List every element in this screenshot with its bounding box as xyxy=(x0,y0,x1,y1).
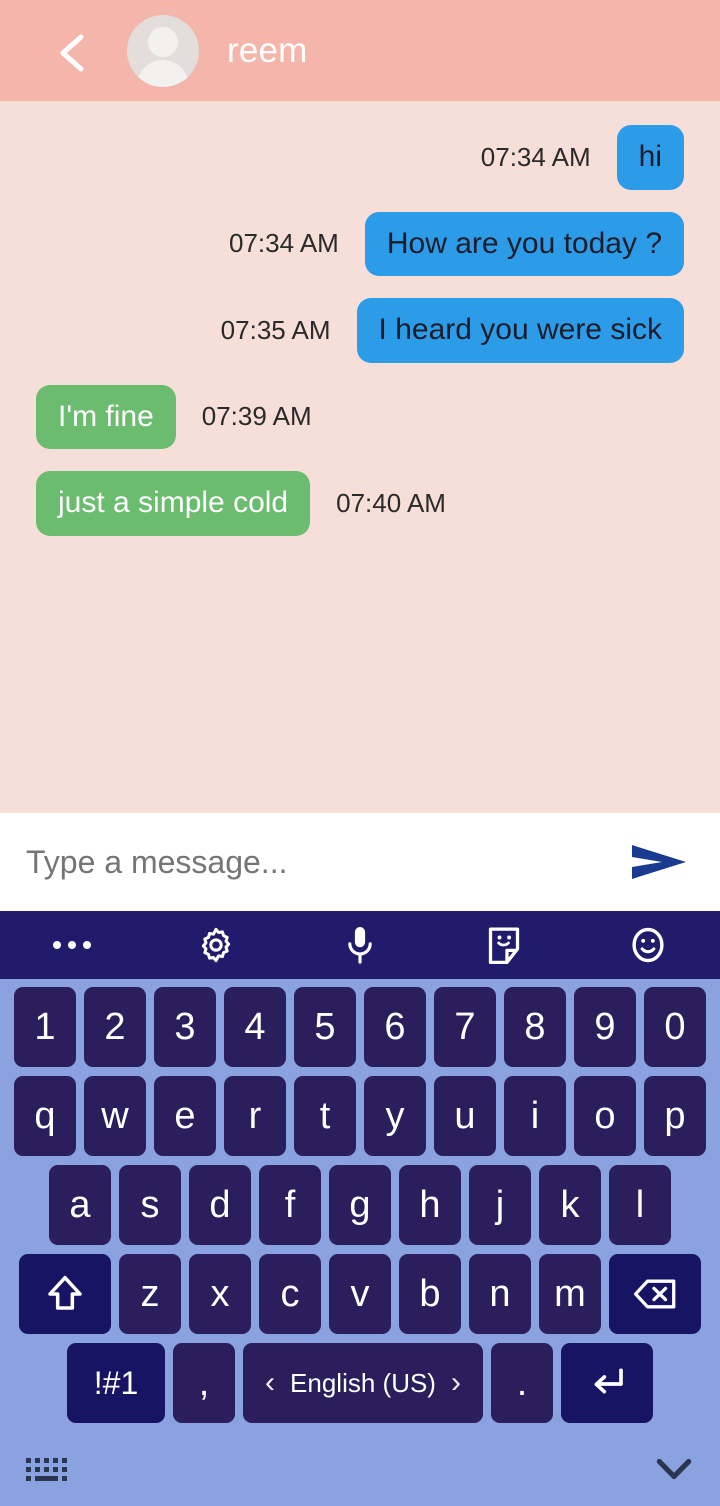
key-e[interactable]: e xyxy=(154,1076,216,1156)
key-k[interactable]: k xyxy=(539,1165,601,1245)
message-input[interactable] xyxy=(26,843,628,881)
key-u[interactable]: u xyxy=(434,1076,496,1156)
message-bubble-incoming[interactable]: just a simple cold xyxy=(36,471,311,536)
key-q[interactable]: q xyxy=(14,1076,76,1156)
key-v[interactable]: v xyxy=(329,1254,391,1334)
key-r[interactable]: r xyxy=(224,1076,286,1156)
key-p[interactable]: p xyxy=(644,1076,706,1156)
key-o[interactable]: o xyxy=(574,1076,636,1156)
sticker-icon xyxy=(488,927,520,965)
key-8[interactable]: 8 xyxy=(504,987,566,1067)
avatar[interactable] xyxy=(127,14,199,87)
key-4[interactable]: 4 xyxy=(224,987,286,1067)
key-a[interactable]: a xyxy=(49,1165,111,1245)
message-list[interactable]: 07:34 AM hi 07:34 AM How are you today ?… xyxy=(0,101,720,813)
key-d[interactable]: d xyxy=(189,1165,251,1245)
key-7[interactable]: 7 xyxy=(434,987,496,1067)
message-timestamp: 07:39 AM xyxy=(201,401,312,432)
key-j[interactable]: j xyxy=(469,1165,531,1245)
more-options-button[interactable] xyxy=(0,911,144,979)
message-row: 07:34 AM hi xyxy=(36,125,684,190)
key-9[interactable]: 9 xyxy=(574,987,636,1067)
shift-key[interactable] xyxy=(19,1254,111,1334)
key-3[interactable]: 3 xyxy=(154,987,216,1067)
prev-language-icon[interactable]: ‹ xyxy=(265,1366,275,1400)
virtual-keyboard: 1 2 3 4 5 6 7 8 9 0 q w e r t y u i o p … xyxy=(0,911,720,1506)
space-key[interactable]: ‹ English (US) › xyxy=(243,1343,483,1423)
key-i[interactable]: i xyxy=(504,1076,566,1156)
key-h[interactable]: h xyxy=(399,1165,461,1245)
key-z[interactable]: z xyxy=(119,1254,181,1334)
message-input-bar xyxy=(0,813,720,911)
space-key-language: English (US) xyxy=(290,1367,436,1398)
backspace-icon xyxy=(633,1279,676,1309)
peer-name: reem xyxy=(227,30,308,70)
emoji-icon xyxy=(632,927,664,963)
keyboard-row-space: !#1 , ‹ English (US) › . xyxy=(0,1343,720,1423)
keyboard-row-home: a s d f g h j k l xyxy=(0,1165,720,1245)
keyboard-row-bottom: z x c v b n m xyxy=(0,1254,720,1334)
enter-return-icon xyxy=(594,1368,623,1394)
message-bubble-outgoing[interactable]: I heard you were sick xyxy=(356,298,684,363)
backspace-key[interactable] xyxy=(609,1254,701,1334)
key-2[interactable]: 2 xyxy=(84,987,146,1067)
keyboard-bottom-bar xyxy=(0,1432,720,1506)
shift-up-arrow-icon xyxy=(48,1275,82,1310)
keyboard-settings-button[interactable] xyxy=(144,911,288,979)
chat-app-screen: reem 07:34 AM hi 07:34 AM How are you to… xyxy=(0,0,720,1506)
message-bubble-incoming[interactable]: I'm fine xyxy=(36,384,176,449)
key-n[interactable]: n xyxy=(469,1254,531,1334)
message-timestamp: 07:40 AM xyxy=(336,487,446,518)
keyboard-key-rows: 1 2 3 4 5 6 7 8 9 0 q w e r t y u i o p … xyxy=(0,979,720,1423)
key-f[interactable]: f xyxy=(259,1165,321,1245)
key-6[interactable]: 6 xyxy=(364,987,426,1067)
voice-input-button[interactable] xyxy=(288,911,432,979)
period-key[interactable]: . xyxy=(491,1343,553,1423)
back-button[interactable] xyxy=(55,31,89,71)
next-language-icon[interactable]: › xyxy=(451,1366,461,1400)
comma-key[interactable]: , xyxy=(173,1343,235,1423)
keyboard-row-numbers: 1 2 3 4 5 6 7 8 9 0 xyxy=(0,987,720,1067)
avatar-head-shape xyxy=(148,26,178,57)
message-timestamp: 07:35 AM xyxy=(220,314,331,345)
keyboard-row-top: q w e r t y u i o p xyxy=(0,1076,720,1156)
key-b[interactable]: b xyxy=(399,1254,461,1334)
message-row: just a simple cold 07:40 AM xyxy=(36,471,684,536)
message-timestamp: 07:34 AM xyxy=(480,141,591,172)
sticker-button[interactable] xyxy=(432,911,576,979)
more-options-icon xyxy=(53,941,91,949)
key-0[interactable]: 0 xyxy=(644,987,706,1067)
message-row: 07:35 AM I heard you were sick xyxy=(36,298,684,363)
key-t[interactable]: t xyxy=(294,1076,356,1156)
avatar-body-shape xyxy=(137,59,189,87)
microphone-icon xyxy=(348,927,372,964)
key-x[interactable]: x xyxy=(189,1254,251,1334)
key-c[interactable]: c xyxy=(259,1254,321,1334)
key-1[interactable]: 1 xyxy=(14,987,76,1067)
key-l[interactable]: l xyxy=(609,1165,671,1245)
enter-key[interactable] xyxy=(561,1343,653,1423)
chevron-down-icon xyxy=(656,1458,692,1480)
key-s[interactable]: s xyxy=(119,1165,181,1245)
emoji-button[interactable] xyxy=(576,911,720,979)
key-m[interactable]: m xyxy=(539,1254,601,1334)
message-row: I'm fine 07:39 AM xyxy=(36,384,684,449)
message-bubble-outgoing[interactable]: How are you today ? xyxy=(364,211,684,276)
key-5[interactable]: 5 xyxy=(294,987,356,1067)
message-timestamp: 07:34 AM xyxy=(228,228,339,259)
gear-icon xyxy=(201,927,231,963)
hide-keyboard-button[interactable] xyxy=(654,1456,694,1482)
message-bubble-outgoing[interactable]: hi xyxy=(616,125,684,190)
key-w[interactable]: w xyxy=(84,1076,146,1156)
symbols-key[interactable]: !#1 xyxy=(67,1343,165,1423)
key-g[interactable]: g xyxy=(329,1165,391,1245)
message-row: 07:34 AM How are you today ? xyxy=(36,211,684,276)
keyboard-toolbar xyxy=(0,911,720,979)
chat-header: reem xyxy=(0,0,720,101)
send-button[interactable] xyxy=(628,831,690,893)
keyboard-icon[interactable] xyxy=(26,1457,67,1481)
send-arrow-icon xyxy=(632,845,686,879)
key-y[interactable]: y xyxy=(364,1076,426,1156)
